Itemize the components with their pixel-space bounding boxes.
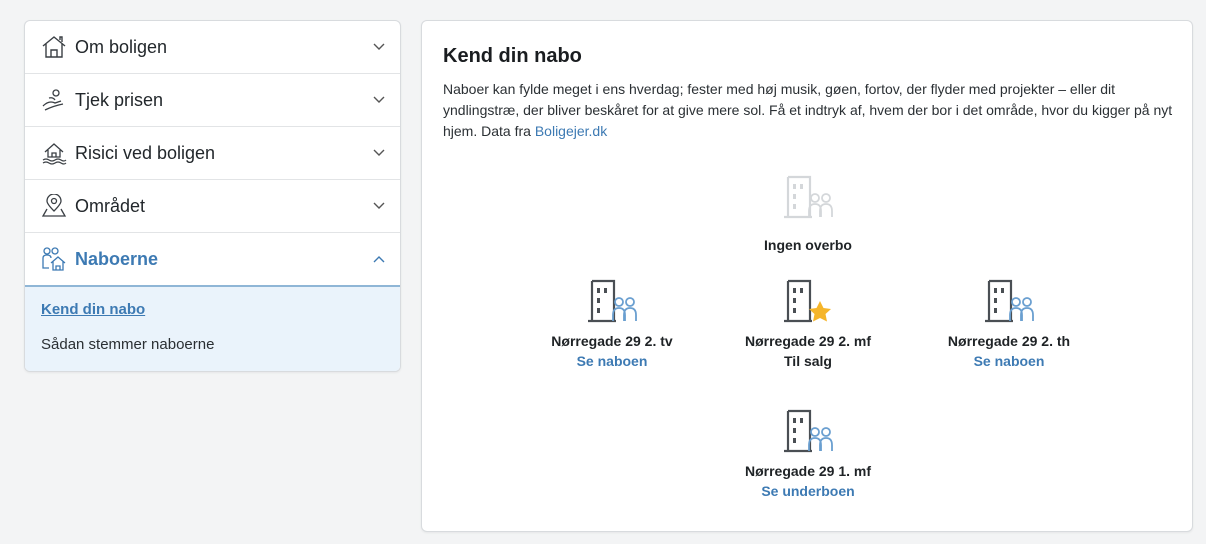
sidebar-item-label: Risici ved boligen xyxy=(75,142,216,163)
neighbors-icon xyxy=(41,246,71,272)
neighbors-card: Kend din nabo Naboer kan fylde meget i e… xyxy=(421,20,1193,532)
boligejer-link[interactable]: Boligejer.dk xyxy=(535,123,607,139)
flood-house-icon xyxy=(41,140,71,166)
building-people-icon xyxy=(586,275,638,327)
sidebar-item-tjek-prisen[interactable]: Tjek prisen xyxy=(25,74,400,127)
sidebar-item-naboerne[interactable]: Naboerne xyxy=(25,233,400,287)
unit-above: Ingen overbo xyxy=(708,171,908,253)
sidebar-item-risici[interactable]: Risici ved boligen xyxy=(25,127,400,180)
unit-left: Nørregade 29 2. tv Se naboen xyxy=(512,275,712,371)
unit-below: Nørregade 29 1. mf Se underboen xyxy=(708,405,908,501)
sidebar-item-label: Området xyxy=(75,195,146,216)
see-downstairs-link[interactable]: Se underboen xyxy=(761,483,854,499)
see-neighbor-link-left[interactable]: Se naboen xyxy=(577,353,648,369)
naboerne-submenu: Kend din nabo Sådan stemmer naboerne xyxy=(25,287,400,371)
unit-right: Nørregade 29 2. th Se naboen xyxy=(909,275,1109,371)
unit-below-address: Nørregade 29 1. mf xyxy=(744,463,872,479)
unit-left-address: Nørregade 29 2. tv xyxy=(551,333,673,349)
page-title: Kend din nabo xyxy=(443,45,582,67)
house-icon xyxy=(41,34,71,60)
submenu-link-kend-din-nabo[interactable]: Kend din nabo xyxy=(41,297,384,332)
for-sale-status: Til salg xyxy=(784,353,832,369)
chevron-down-icon xyxy=(372,146,386,160)
building-people-icon xyxy=(782,171,834,223)
chevron-down-icon xyxy=(372,93,386,107)
page-description: Naboer kan fylde meget i ens hverdag; fe… xyxy=(443,79,1183,142)
chevron-down-icon xyxy=(372,199,386,213)
building-star-icon xyxy=(784,279,831,323)
sidebar-item-omraadet[interactable]: Området xyxy=(25,180,400,233)
chevron-up-icon xyxy=(372,252,386,266)
building-people-icon xyxy=(983,275,1035,327)
see-neighbor-link-right[interactable]: Se naboen xyxy=(974,353,1045,369)
map-pin-icon xyxy=(41,193,71,219)
sidebar-item-label: Om boligen xyxy=(75,36,168,57)
unit-above-label: Ingen overbo xyxy=(764,237,852,253)
sidebar-item-om-boligen[interactable]: Om boligen xyxy=(25,21,400,74)
sidebar-item-label: Tjek prisen xyxy=(75,89,164,110)
unit-center-address: Nørregade 29 2. mf xyxy=(744,333,872,349)
unit-center: Nørregade 29 2. mf Til salg xyxy=(708,275,908,369)
chevron-down-icon xyxy=(372,40,386,54)
unit-right-address: Nørregade 29 2. th xyxy=(947,333,1071,349)
sidebar-item-label: Naboerne xyxy=(75,248,159,269)
submenu-link-saadan-stemmer[interactable]: Sådan stemmer naboerne xyxy=(41,332,384,357)
price-hand-icon xyxy=(41,87,71,113)
building-people-icon xyxy=(782,405,834,457)
sidebar: Om boligen Tjek prisen Risici ved bolige… xyxy=(24,20,401,372)
